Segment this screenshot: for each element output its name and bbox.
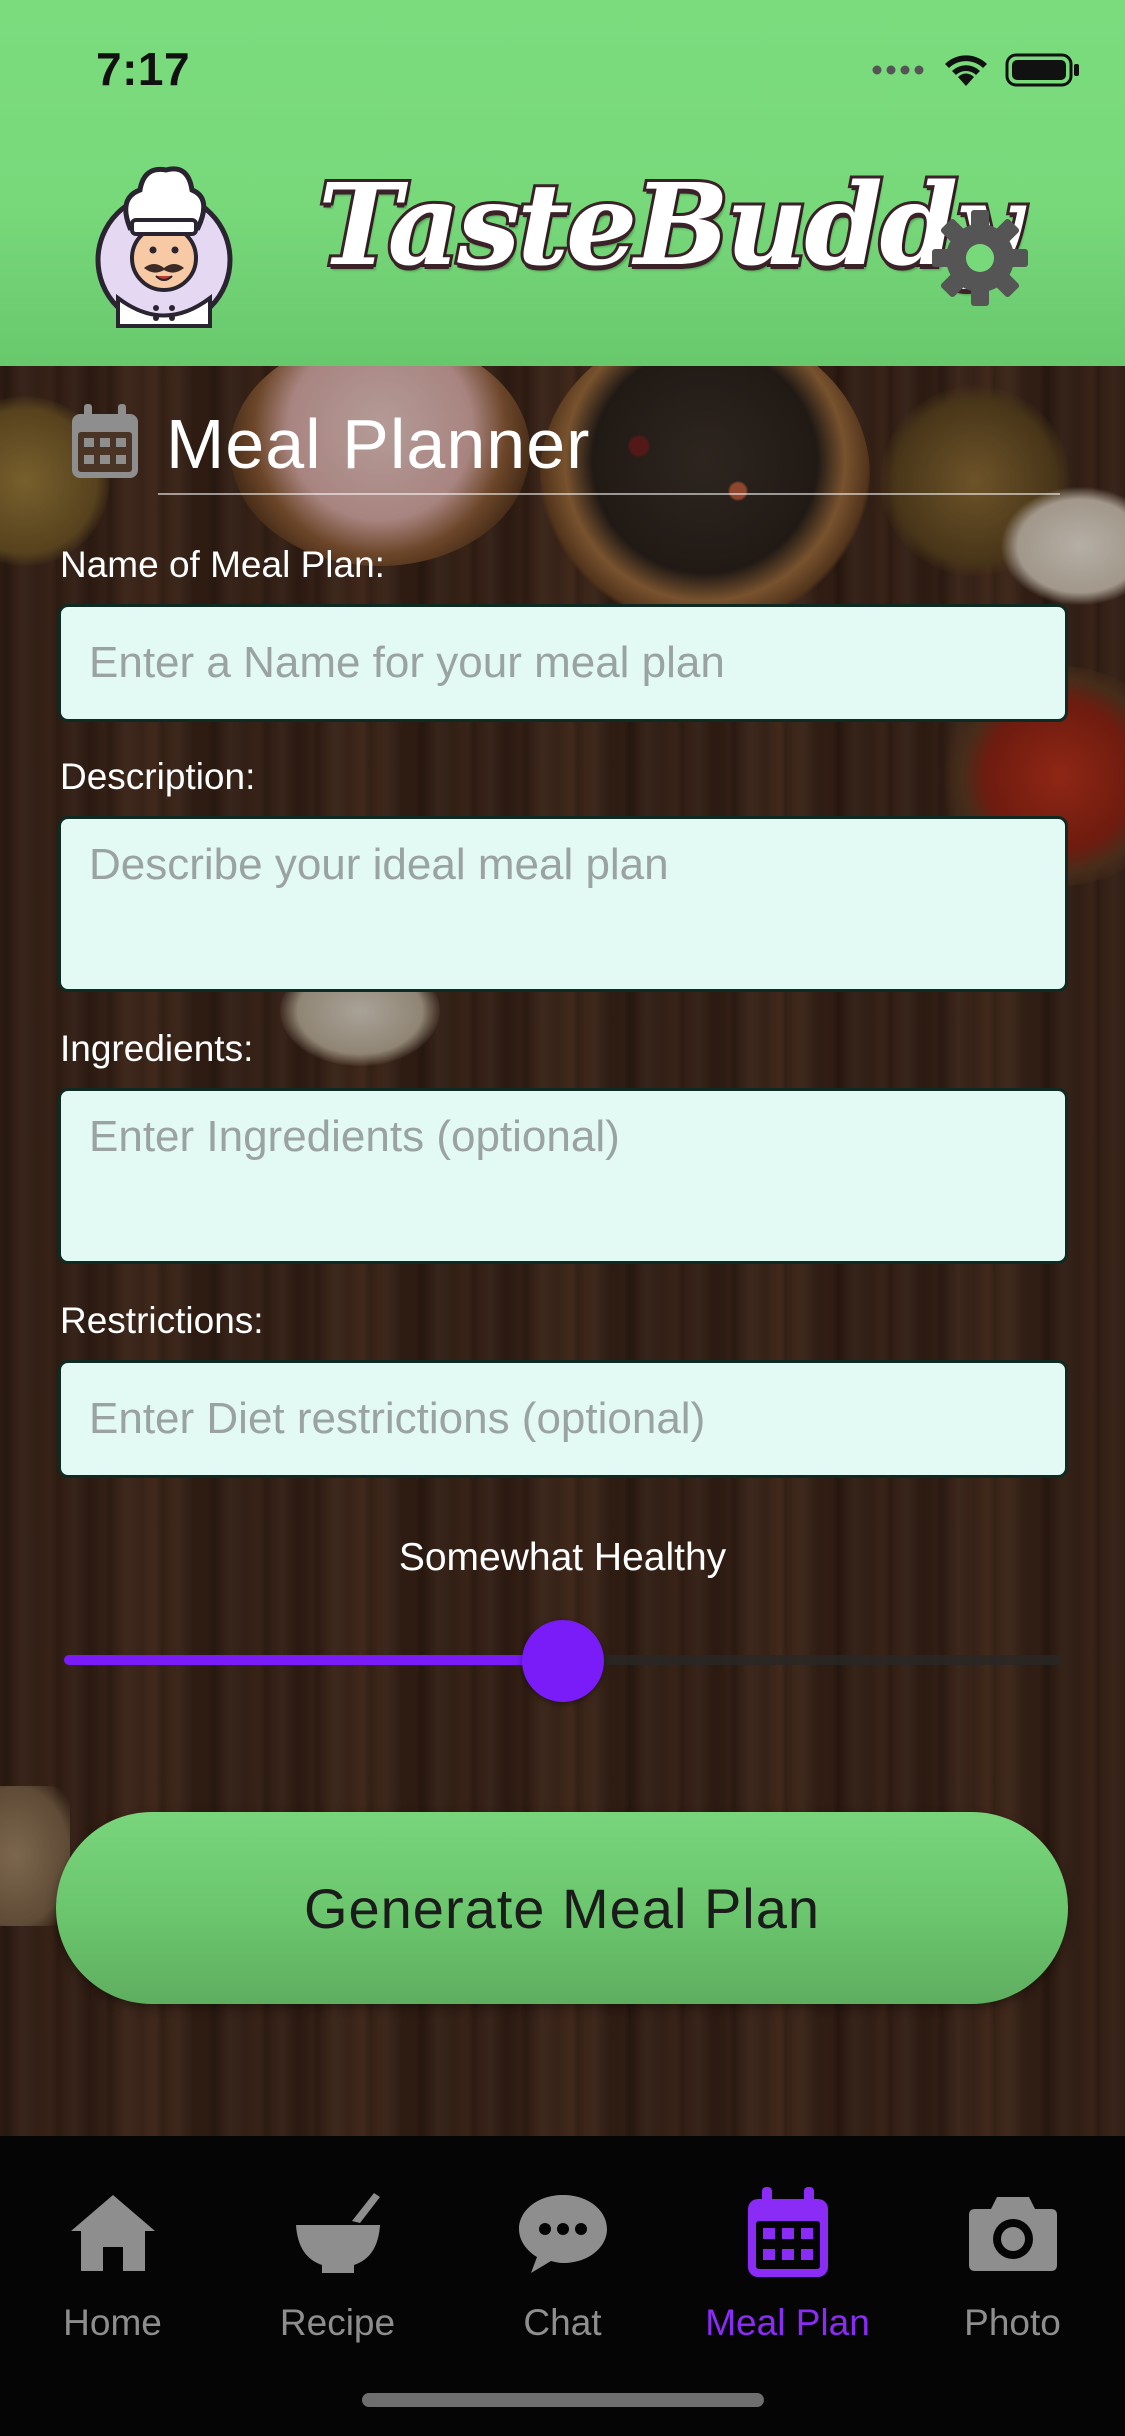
wifi-icon (945, 55, 987, 86)
settings-button[interactable] (928, 206, 1032, 310)
meal-plan-name-input[interactable] (58, 604, 1068, 722)
tab-label: Photo (964, 2302, 1061, 2343)
chat-bubble-icon (508, 2178, 618, 2288)
home-icon (58, 2178, 168, 2288)
battery-icon (1005, 53, 1079, 87)
tab-label: Meal Plan (705, 2302, 870, 2343)
ingredients-label: Ingredients: (60, 1028, 254, 1069)
camera-icon (958, 2178, 1068, 2288)
tab-home[interactable]: Home (0, 2178, 225, 2378)
page-title: Meal Planner (166, 405, 591, 483)
gear-icon (932, 210, 1028, 306)
chef-logo-icon (94, 148, 234, 329)
meal-plan-name-label: Name of Meal Plan: (60, 544, 385, 585)
calendar-icon (72, 404, 138, 478)
description-label: Description: (60, 756, 256, 797)
healthiness-label: Somewhat Healthy (398, 1536, 727, 1579)
tab-photo[interactable]: Photo (900, 2178, 1125, 2378)
slider-thumb[interactable] (522, 1620, 604, 1702)
title-divider (158, 493, 1060, 495)
tab-meal-plan[interactable]: Meal Plan (675, 2178, 900, 2378)
healthiness-slider[interactable] (64, 1614, 1062, 1704)
calendar-icon (733, 2178, 843, 2288)
home-indicator[interactable] (362, 2393, 764, 2407)
ingredients-input[interactable] (58, 1088, 1068, 1264)
cellular-signal-icon (872, 65, 924, 75)
meal-planner-form: Meal Planner Name of Meal Plan: Descript… (0, 366, 1125, 2136)
status-time: 7:17 (96, 43, 191, 95)
status-icons (871, 48, 1081, 92)
slider-fill (64, 1655, 563, 1665)
tab-label: Home (63, 2302, 162, 2343)
tab-label: Chat (523, 2302, 602, 2343)
tab-recipe[interactable]: Recipe (225, 2178, 450, 2378)
restrictions-label: Restrictions: (60, 1300, 264, 1341)
description-input[interactable] (58, 816, 1068, 992)
restrictions-input[interactable] (58, 1360, 1068, 1478)
app-title: TasteBuddy (315, 160, 1023, 291)
app-header: 7:17 TasteBuddy (0, 0, 1125, 366)
tab-chat[interactable]: Chat (450, 2178, 675, 2378)
tab-label: Recipe (279, 2302, 396, 2343)
mortar-pestle-icon (283, 2178, 393, 2288)
tab-bar: Home Recipe Chat Meal Plan Photo (0, 2136, 1125, 2436)
status-bar: 7:17 (0, 0, 1125, 140)
section-header: Meal Planner (70, 400, 1060, 496)
generate-meal-plan-button[interactable]: Generate Meal Plan (56, 1812, 1068, 2004)
